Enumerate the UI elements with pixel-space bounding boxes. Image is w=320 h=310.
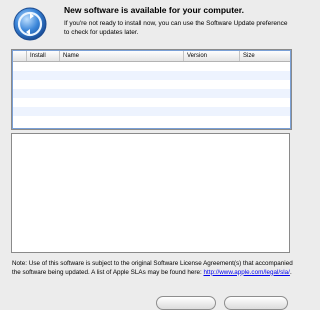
license-period: . bbox=[289, 268, 292, 276]
update-description: If you're not ready to install now, you … bbox=[64, 20, 288, 36]
license-note: Note: Use of this software is subject to… bbox=[12, 260, 294, 277]
table-row[interactable] bbox=[13, 89, 290, 98]
software-update-icon bbox=[12, 6, 48, 42]
update-details-pane[interactable] bbox=[11, 133, 290, 253]
column-version[interactable]: Version bbox=[183, 51, 239, 61]
table-row[interactable] bbox=[13, 71, 290, 80]
table-row[interactable] bbox=[13, 62, 290, 71]
secondary-button[interactable] bbox=[156, 296, 216, 310]
page-title: New software is available for your compu… bbox=[64, 5, 244, 15]
updates-table[interactable]: Install Name Version Size bbox=[11, 49, 292, 130]
column-name[interactable]: Name bbox=[59, 51, 183, 61]
table-row[interactable] bbox=[13, 116, 290, 125]
license-link[interactable]: http://www.apple.com/legal/sla/ bbox=[203, 269, 289, 276]
column-install[interactable]: Install bbox=[26, 51, 59, 61]
table-header: Install Name Version Size bbox=[13, 51, 290, 62]
column-checkbox bbox=[13, 51, 26, 61]
column-size[interactable]: Size bbox=[239, 51, 290, 61]
table-row[interactable] bbox=[13, 80, 290, 89]
table-row[interactable] bbox=[13, 107, 290, 116]
table-row[interactable] bbox=[13, 98, 290, 107]
split-view-handle[interactable] bbox=[148, 128, 152, 141]
primary-button[interactable] bbox=[224, 296, 288, 310]
